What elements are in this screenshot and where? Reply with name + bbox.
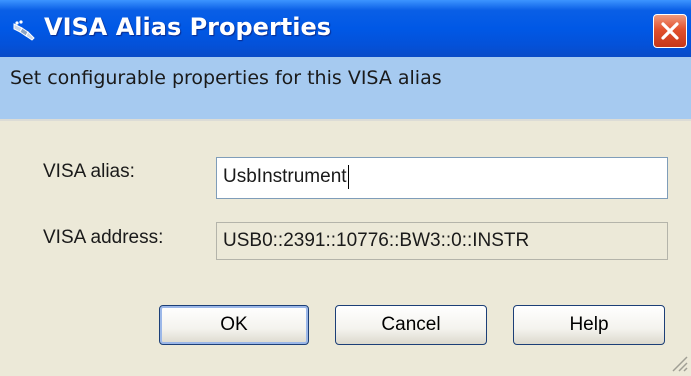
close-button[interactable] [653,14,687,48]
header-divider [0,119,691,121]
visa-address-label: VISA address: [43,227,164,248]
description-text: Set configurable properties for this VIS… [10,67,442,89]
ok-button[interactable]: OK [159,305,309,345]
visa-alias-label: VISA alias: [43,161,135,182]
visa-alias-input[interactable]: UsbInstrument [216,157,668,199]
visa-address-field: USB0::2391::10776::BW3::0::INSTR [216,222,668,260]
resize-grip-icon[interactable] [668,352,688,372]
visa-alias-value: UsbInstrument [223,166,347,187]
title-bar[interactable]: VISA Alias Properties [0,0,691,57]
close-icon [661,22,679,40]
dialog-title: VISA Alias Properties [44,13,332,41]
visa-alias-properties-dialog: VISA Alias Properties Set configurable p… [0,0,691,376]
visa-plug-icon [12,20,38,42]
visa-address-value: USB0::2391::10776::BW3::0::INSTR [223,230,530,251]
help-button[interactable]: Help [513,305,665,345]
text-caret [347,164,349,189]
cancel-button[interactable]: Cancel [335,305,487,345]
